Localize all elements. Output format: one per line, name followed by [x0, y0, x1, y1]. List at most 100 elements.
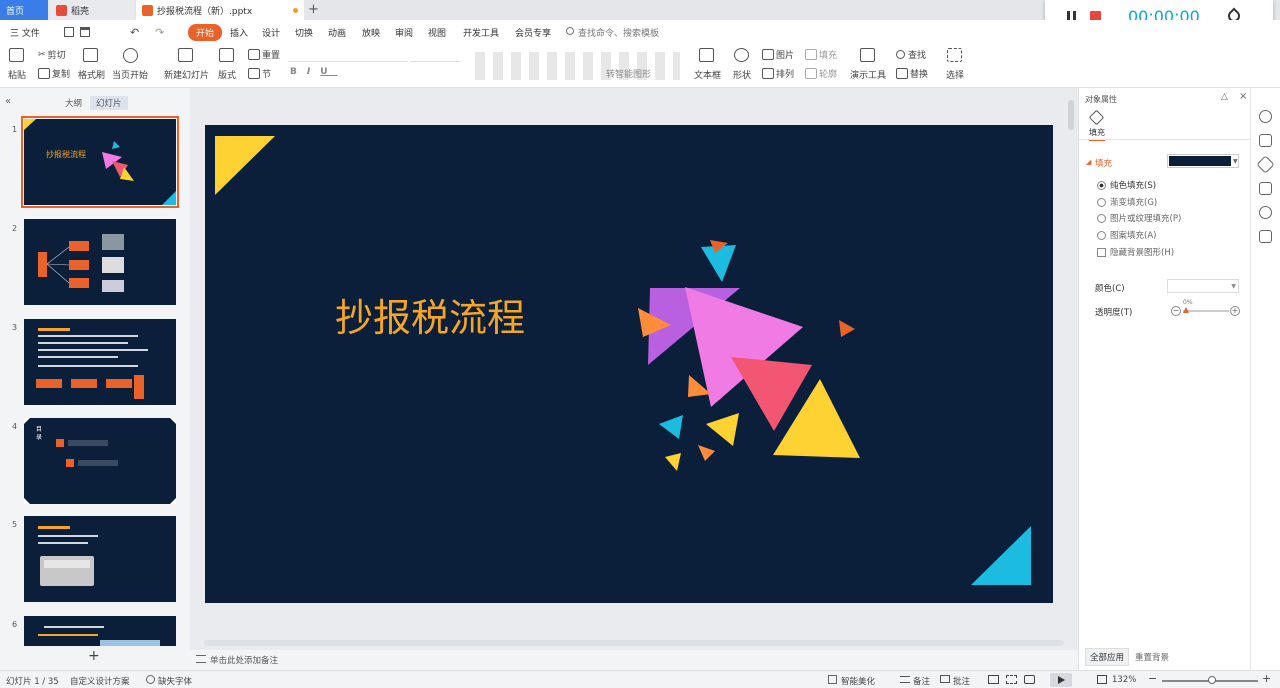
outline-button[interactable]: 轮廓	[805, 67, 837, 80]
collapse-panel-icon[interactable]: «	[5, 96, 11, 107]
color-dropdown[interactable]: ▼	[1167, 279, 1239, 293]
italic-icon[interactable]: I	[307, 67, 320, 77]
section-button[interactable]: 节	[248, 67, 271, 80]
fit-window-icon[interactable]	[1097, 675, 1107, 684]
zoom-out-button[interactable]: −	[1148, 672, 1157, 685]
print-icon[interactable]	[80, 27, 90, 37]
hide-background-checkbox[interactable]: 隐藏背景图形(H)	[1097, 246, 1174, 258]
theme-name[interactable]: 自定义设计方案	[70, 675, 130, 687]
pin-icon[interactable]: △	[1221, 92, 1228, 102]
convert-smartart-button[interactable]: 转智能图形	[606, 67, 651, 80]
apply-all-button[interactable]: 全部应用	[1085, 648, 1130, 666]
fill-tab-icon[interactable]	[1088, 109, 1105, 126]
tab-home[interactable]: 首页	[0, 0, 48, 20]
paste-button[interactable]: 粘贴	[8, 48, 26, 81]
tab-document[interactable]: 抄报税流程（新）.pptx	[136, 0, 304, 20]
reset-button[interactable]: 重置	[248, 48, 280, 61]
minus-icon[interactable]: −	[1171, 306, 1181, 316]
fill-section-caret-icon[interactable]: ◢	[1086, 158, 1091, 166]
animation-icon[interactable]	[1256, 155, 1275, 174]
fill-color-dropdown[interactable]: ▼	[1167, 154, 1239, 168]
menu-slideshow[interactable]: 放映	[362, 26, 380, 39]
menu-insert[interactable]: 插入	[230, 26, 248, 39]
menu-file[interactable]: 三 文件	[10, 26, 40, 39]
format-painter-button[interactable]: 格式刷	[78, 48, 105, 81]
comments-toggle[interactable]: 批注	[953, 675, 970, 687]
plus-icon[interactable]: +	[1230, 306, 1240, 316]
font-size-select[interactable]	[410, 48, 460, 62]
find-button[interactable]: 查找	[896, 48, 926, 61]
tab-slides[interactable]: 幻灯片	[90, 96, 128, 110]
brush-icon	[83, 48, 98, 62]
save-icon[interactable]	[64, 27, 74, 37]
shape-button[interactable]: 形状	[733, 48, 751, 81]
arrange-button[interactable]: 排列	[762, 67, 794, 80]
text-box-button[interactable]: 文本框	[694, 48, 721, 81]
layers-icon[interactable]	[1259, 182, 1272, 195]
more-tools-icon[interactable]	[1259, 230, 1272, 243]
menu-member[interactable]: 会员专享	[515, 26, 551, 39]
new-slide-button[interactable]: 新建幻灯片	[164, 48, 209, 81]
notes-bar[interactable]: 单击此处添加备注	[190, 650, 1078, 670]
slide-thumbnail-4[interactable]: 目录	[24, 418, 176, 504]
slide-thumbnail-1[interactable]: 抄报税流程	[21, 116, 179, 208]
option-pattern-fill[interactable]: 图案填充(A)	[1097, 229, 1156, 241]
tab-outline[interactable]: 大纲	[65, 97, 82, 109]
style-icon[interactable]	[1259, 110, 1272, 123]
cut-button[interactable]: ✂ 剪切	[38, 48, 66, 62]
vertical-scrollbar[interactable]	[1068, 100, 1074, 130]
menu-animation[interactable]: 动画	[328, 26, 346, 39]
reset-background-button[interactable]: 重置背景	[1131, 648, 1173, 666]
copy-label: 复制	[52, 70, 71, 80]
menu-review[interactable]: 审阅	[395, 26, 413, 39]
slide-title[interactable]: 抄报税流程	[335, 287, 525, 342]
underline-icon[interactable]: U	[320, 67, 337, 77]
bold-icon[interactable]: B	[290, 67, 307, 77]
normal-view-icon[interactable]	[988, 675, 999, 684]
option-picture-fill[interactable]: 图片或纹理填充(P)	[1097, 212, 1181, 224]
option-solid-fill[interactable]: 纯色填充(S)	[1097, 179, 1156, 191]
zoom-slider-thumb[interactable]	[1208, 676, 1216, 684]
properties-icon[interactable]	[1259, 134, 1272, 147]
fill-button[interactable]: 填充	[805, 48, 837, 61]
menu-design[interactable]: 设计	[262, 26, 280, 39]
history-icon[interactable]	[1259, 206, 1272, 219]
tab-daoke[interactable]: 稻壳	[50, 0, 134, 20]
new-tab-button[interactable]: +	[308, 2, 319, 17]
layout-button[interactable]: 版式	[218, 48, 236, 81]
play-from-current-button[interactable]: 当页开始	[112, 48, 148, 81]
presenter-tools-button[interactable]: 演示工具	[850, 48, 886, 81]
menu-developer[interactable]: 开发工具	[463, 26, 499, 39]
replace-button[interactable]: 替换	[896, 67, 928, 80]
zoom-in-button[interactable]: +	[1262, 672, 1271, 685]
smart-beautify-button[interactable]: 智能美化	[841, 675, 875, 687]
zoom-level[interactable]: 132%	[1112, 675, 1136, 685]
menu-transition[interactable]: 切换	[295, 26, 313, 39]
slide-thumbnail-6[interactable]	[24, 616, 176, 646]
copy-button[interactable]: 复制	[38, 67, 70, 80]
slider-thumb[interactable]	[1183, 307, 1189, 313]
add-slide-button[interactable]: +	[88, 648, 100, 664]
zoom-slider[interactable]	[1162, 676, 1258, 684]
menu-view[interactable]: 视图	[428, 26, 446, 39]
play-slideshow-button[interactable]	[1050, 673, 1072, 687]
slide-thumbnail-3[interactable]	[24, 319, 176, 405]
notes-toggle[interactable]: 备注	[913, 675, 930, 687]
picture-button[interactable]: 图片	[762, 48, 794, 61]
command-search[interactable]: 查找命令、搜索模板	[578, 26, 659, 39]
transparency-slider[interactable]	[1183, 307, 1229, 313]
slide-1[interactable]: 抄报税流程	[205, 125, 1053, 603]
slide-thumbnail-5[interactable]	[24, 516, 176, 602]
option-gradient-fill[interactable]: 渐变填充(G)	[1097, 196, 1157, 208]
font-name-select[interactable]	[288, 48, 408, 62]
slide-thumbnail-2[interactable]	[24, 219, 176, 305]
select-button[interactable]: 选择	[946, 48, 964, 81]
undo-icon[interactable]: ↶	[130, 26, 139, 39]
missing-font-button[interactable]: 缺失字体	[158, 675, 192, 687]
menu-start[interactable]: 开始	[188, 24, 223, 41]
redo-icon[interactable]: ↷	[155, 26, 164, 39]
close-pane-icon[interactable]: ×	[1239, 91, 1247, 102]
horizontal-scrollbar[interactable]	[204, 640, 1064, 646]
sorter-view-icon[interactable]	[1006, 675, 1017, 684]
reading-view-icon[interactable]	[1024, 675, 1035, 684]
